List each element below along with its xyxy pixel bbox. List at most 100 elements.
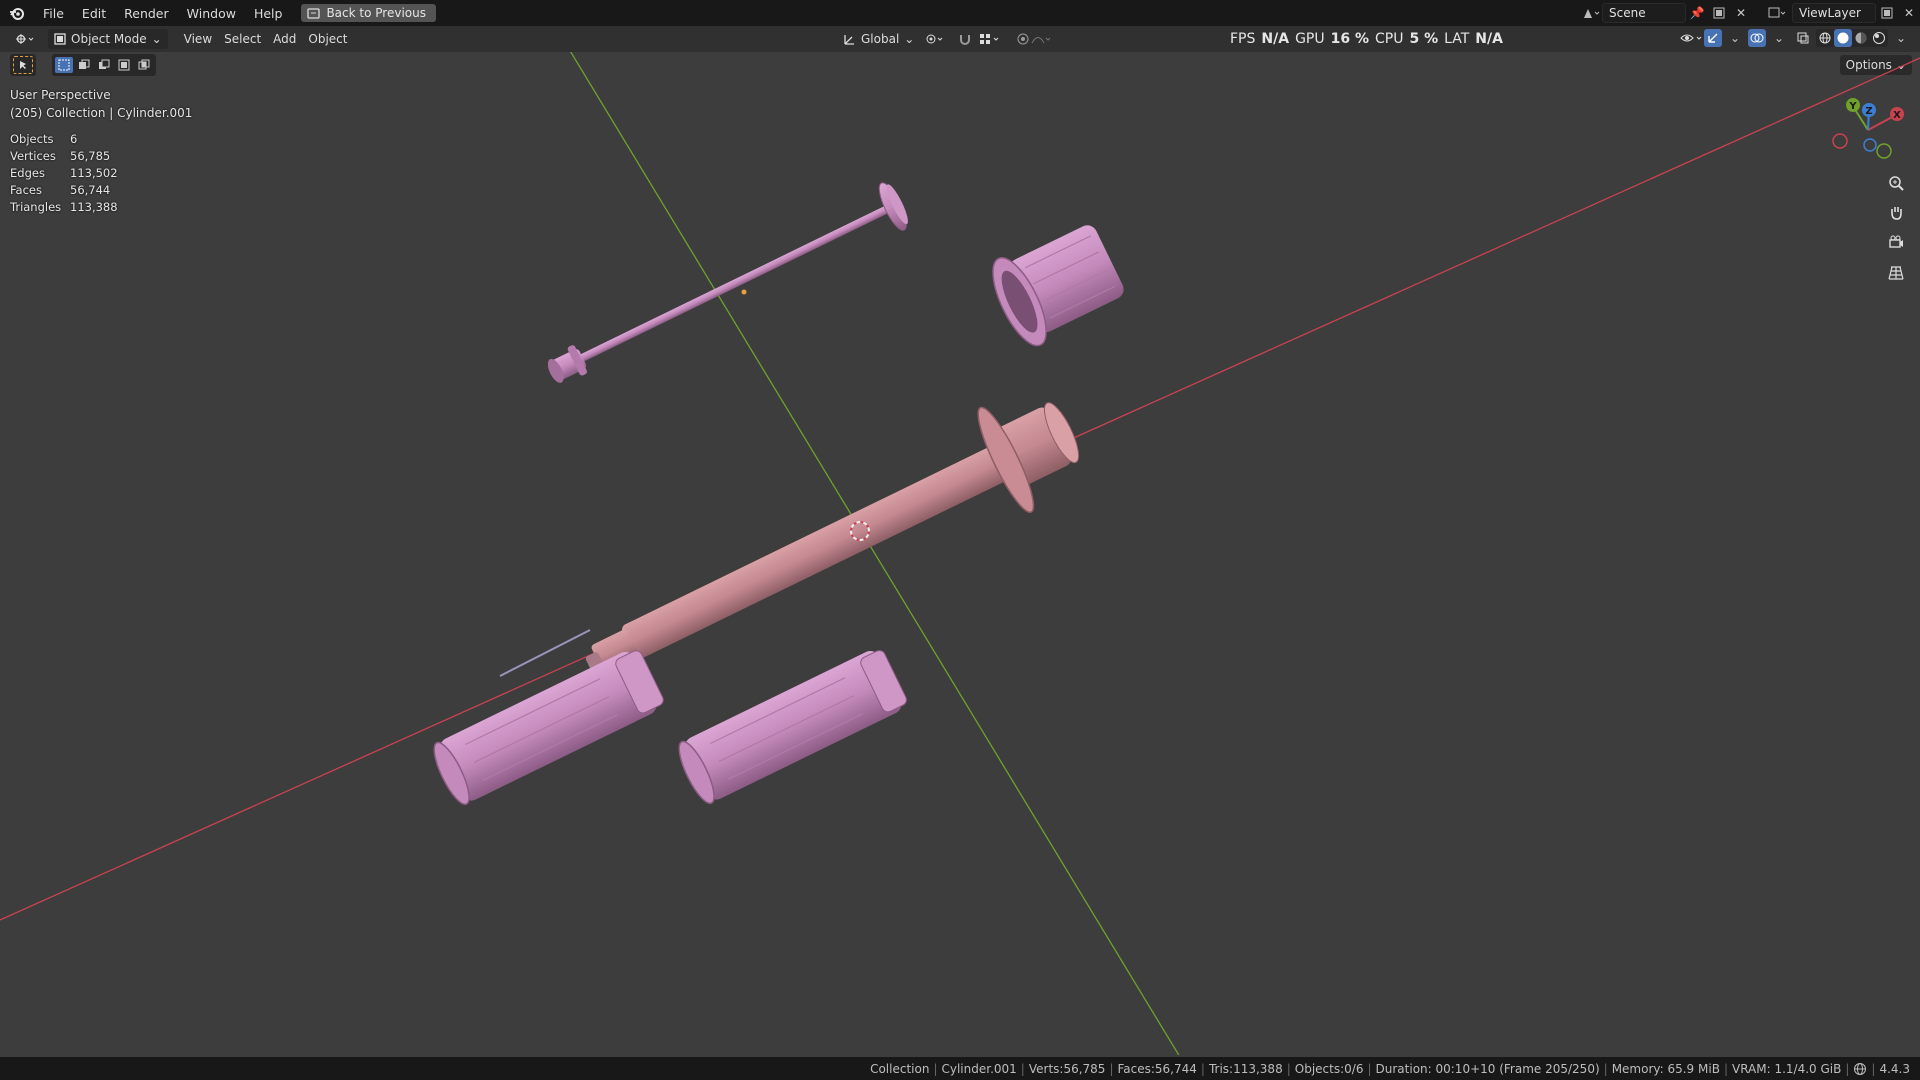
delete-scene-icon[interactable]: ✕ [1730,4,1752,22]
menu-object[interactable]: Object [302,29,353,49]
zoom-icon [1889,176,1904,191]
mode-dropdown[interactable]: Object Mode ⌄ [48,29,168,49]
menu-file[interactable]: File [34,6,73,21]
stat-value: 113,502 [70,166,118,180]
status-verts: Verts:56,785 [1028,1061,1106,1076]
stat-value: 113,388 [70,200,118,214]
cpu-label: CPU [1375,31,1404,47]
origin-point [741,289,747,295]
xray-toggle[interactable] [1792,29,1814,47]
gizmo-dropdown[interactable]: ⌄ [1724,29,1746,47]
back-to-previous-button[interactable]: Back to Previous [301,4,436,22]
gpu-value: 16 % [1330,31,1369,47]
menu-help[interactable]: Help [245,6,292,21]
chevron-down-icon: ⌄ [151,32,162,46]
view-layer-field-value: ViewLayer [1799,6,1861,20]
status-faces: Faces:56,744 [1117,1061,1197,1076]
overlays-toggle[interactable] [1748,29,1766,47]
material-shading-button[interactable] [1852,29,1870,47]
overlays-dropdown[interactable]: ⌄ [1768,29,1790,47]
view-layer-selector-icon[interactable] [1766,4,1788,22]
gizmo-icon [1708,33,1718,43]
mode-label: Object Mode [71,32,147,46]
syringe-needle[interactable] [499,629,591,677]
gpu-label: GPU [1295,31,1325,47]
gizmo-z-label: Z [1865,106,1872,117]
scene-field[interactable]: Scene [1602,3,1686,23]
navigation-gizmo[interactable]: Y Z X [1832,98,1904,159]
editor-type-button[interactable] [8,29,42,49]
needle-cap-right[interactable] [673,645,910,807]
new-scene-icon[interactable] [1708,4,1730,22]
gizmo-x-negative[interactable] [1832,133,1848,149]
menu-edit[interactable]: Edit [73,6,115,21]
zoom-button[interactable] [1884,171,1908,195]
status-memory: Memory: 65.9 MiB [1611,1061,1720,1076]
hand-icon [1891,207,1902,220]
status-bar: Collection | Cylinder.001 | Verts:56,785 | … [0,1057,1920,1080]
new-view-layer-icon[interactable] [1876,4,1898,22]
fps-label: FPS [1230,31,1256,47]
shading-dropdown[interactable]: ⌄ [1890,29,1912,47]
solid-sphere-icon [1837,32,1849,44]
transform-orientation-dropdown[interactable]: Global ⌄ [836,29,920,49]
wireframe-shading-button[interactable] [1816,29,1834,47]
rendered-shading-button[interactable] [1870,29,1888,47]
delete-view-layer-icon[interactable]: ✕ [1898,4,1920,22]
view-layer-field[interactable]: ViewLayer [1792,3,1876,23]
magnet-icon [960,35,970,45]
scene-field-value: Scene [1609,6,1646,20]
pin-icon[interactable]: 📌 [1686,4,1708,22]
menu-window[interactable]: Window [178,6,245,21]
gizmo-z-negative[interactable] [1863,138,1877,152]
menu-select[interactable]: Select [218,29,267,49]
menu-add[interactable]: Add [267,29,302,49]
menu-render[interactable]: Render [115,6,178,21]
chevron-down-icon: ⌄ [904,32,915,46]
xray-icon [1797,32,1809,44]
stat-label: Objects [10,132,54,146]
stat-value: 56,744 [70,183,111,197]
stat-label: Vertices [10,149,56,163]
stat-label: Triangles [10,200,62,214]
stat-row: Faces 56,744 [10,182,118,199]
object-mode-icon [54,33,66,45]
needle-cap-left[interactable] [428,645,667,808]
menu-view[interactable]: View [178,29,218,49]
solid-shading-button[interactable] [1834,29,1852,47]
shading-mode-group [1816,29,1888,47]
plunger-rod[interactable] [539,179,913,397]
snap-target-dropdown[interactable] [972,29,1008,49]
blender-logo-icon[interactable] [0,6,34,20]
viewport-shading-controls: ⌄ ⌄ ⌄ [1680,29,1912,47]
gizmo-y-negative[interactable] [1876,143,1892,159]
gizmo-toggle[interactable] [1704,29,1722,47]
network-globe-icon[interactable] [1853,1062,1867,1076]
overlays-icon [1750,33,1764,43]
scene-selector-icon[interactable] [1580,4,1602,22]
proportional-editing-toggle[interactable] [1010,29,1058,49]
stopper-cup[interactable] [982,215,1130,353]
grid-icon [1888,266,1904,280]
3d-viewport[interactable]: Y Z X [0,52,1920,1055]
orientation-icon [844,35,854,45]
status-duration: Duration: 00:10+10 (Frame 205/250) [1375,1061,1600,1076]
top-menu-bar: File Edit Render Window Help Back to Pre… [0,0,1920,26]
pan-button[interactable] [1884,200,1908,224]
proportional-editing-icon [1017,33,1051,45]
visibility-dropdown[interactable] [1680,29,1702,47]
camera-icon [1889,235,1903,248]
screen-icon [307,7,321,19]
stat-row: Edges 113,502 [10,165,118,182]
status-collection: Collection [870,1061,930,1076]
status-objects: Objects:0/6 [1294,1061,1364,1076]
viewport-info: User Perspective (205) Collection | Cyli… [10,86,192,122]
cpu-value: 5 % [1409,31,1439,47]
stat-row: Triangles 113,388 [10,199,118,216]
toggle-perspective-button[interactable] [1884,260,1908,284]
camera-view-button[interactable] [1884,230,1908,254]
pivot-point-dropdown[interactable] [918,29,952,49]
viewport-header: Object Mode ⌄ View Select Add Object Glo… [0,26,1920,52]
stat-label: Edges [10,166,45,180]
top-right-controls: Scene 📌 ✕ ViewLayer ✕ [1580,0,1920,26]
